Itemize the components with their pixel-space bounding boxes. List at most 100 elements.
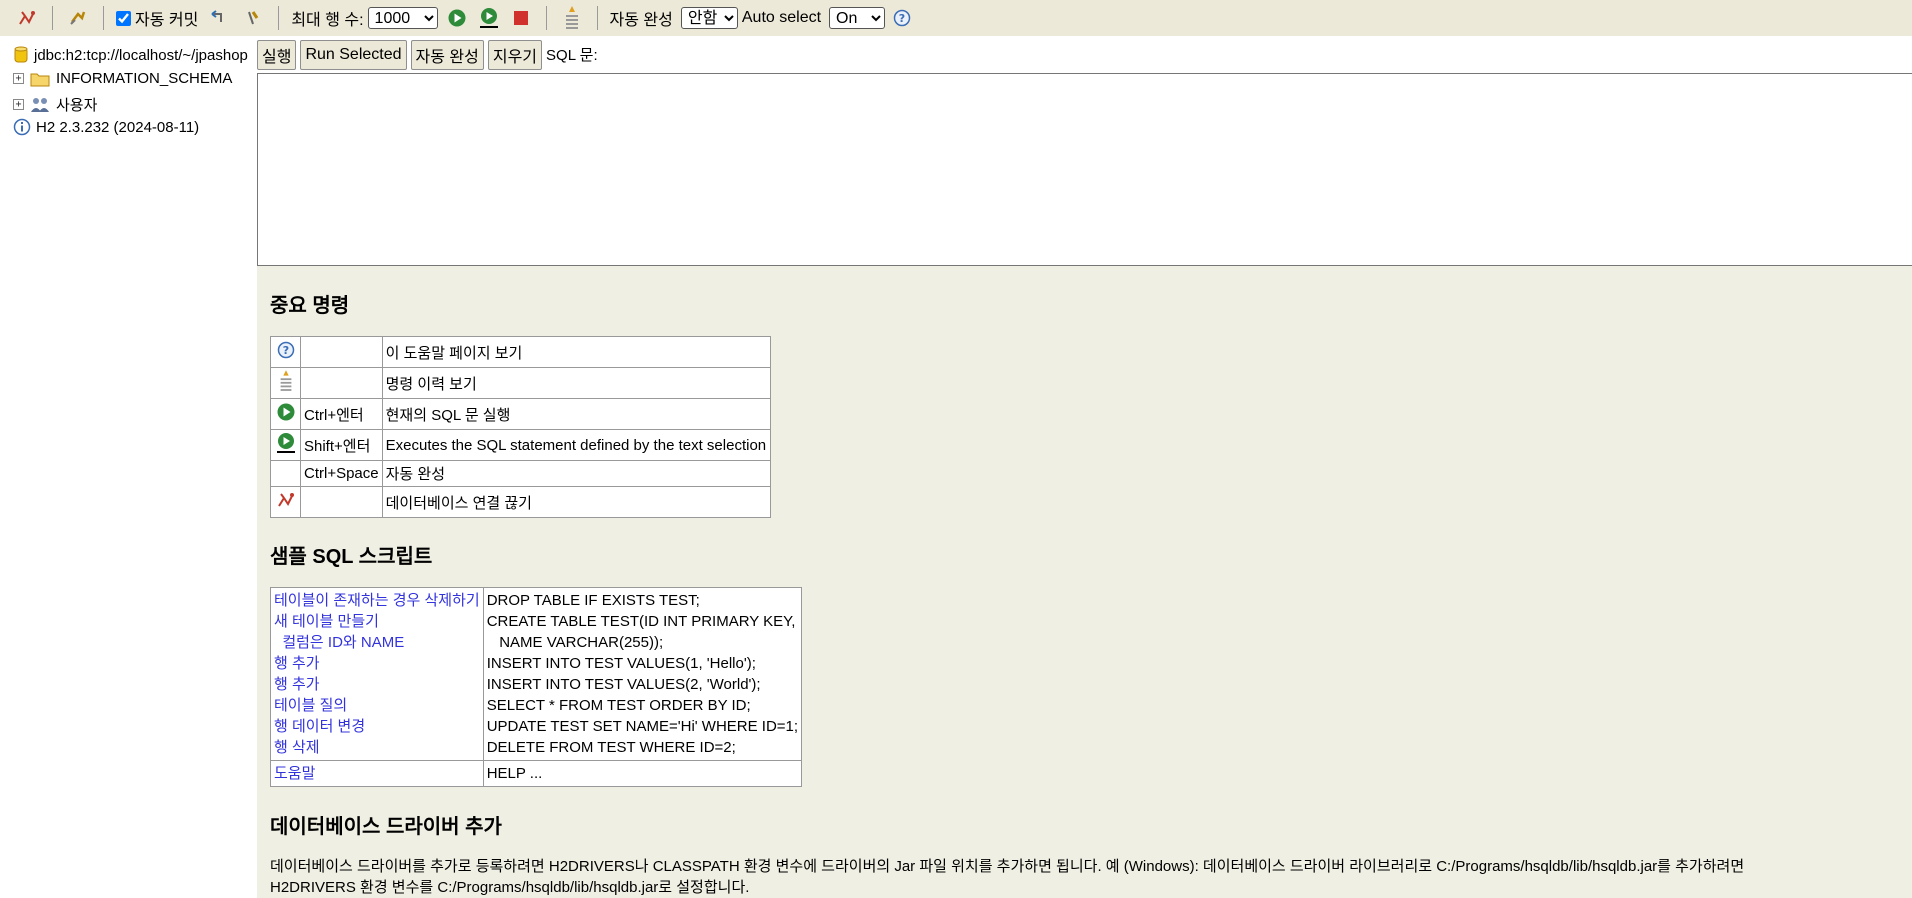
info-icon: [13, 118, 31, 136]
folder-icon: [30, 71, 50, 87]
rollback-icon[interactable]: [206, 5, 232, 31]
clear-button[interactable]: 지우기: [487, 39, 543, 70]
help-link[interactable]: 도움말: [274, 765, 315, 782]
add-driver-text-line: H2DRIVERS 환경 변수를 C:/Programs/hsqldb/lib/…: [270, 879, 750, 896]
sample-link-insert-1[interactable]: 행 추가: [274, 653, 480, 674]
connection-url: jdbc:h2:tcp://localhost/~/jpashop: [34, 46, 248, 64]
autocomplete-button[interactable]: 자동 완성: [410, 39, 484, 70]
table-row: ? 이 도움말 페이지 보기: [270, 336, 771, 368]
sample-link-create[interactable]: 새 테이블 만들기: [274, 611, 480, 632]
add-driver-text-line: 데이터베이스 드라이버를 추가로 등록하려면 H2DRIVERS나 CLASSP…: [270, 858, 1745, 875]
toolbar-separator: [596, 6, 598, 30]
toolbar-separator: [103, 6, 104, 30]
table-cell-icon: [270, 460, 301, 487]
sample-link-drop[interactable]: 테이블이 존재하는 경우 삭제하기: [274, 590, 480, 611]
add-driver-title: 데이터베이스 드라이버 추가: [270, 816, 502, 838]
toolbar-separator: [278, 6, 280, 30]
sql-editor[interactable]: [257, 73, 1912, 266]
tree-connection[interactable]: jdbc:h2:tcp://localhost/~/jpashop: [14, 46, 248, 64]
run-icon[interactable]: [444, 5, 470, 31]
tree-item-label: 사용자: [56, 97, 98, 114]
table-cell-key: [300, 486, 383, 518]
table-cell-desc: 자동 완성: [381, 460, 771, 487]
table-cell-key: Shift+엔터: [300, 429, 383, 461]
sample-sql-cell: DROP TABLE IF EXISTS TEST; CREATE TABLE …: [482, 587, 803, 761]
expand-icon[interactable]: +: [13, 73, 24, 84]
users-icon: [30, 96, 50, 114]
autocommit-checkbox[interactable]: 자동 커밋: [116, 6, 198, 30]
run-selected-icon[interactable]: [476, 5, 502, 31]
help-sql-cell: HELP ...: [482, 760, 803, 787]
table-row: 데이터베이스 연결 끊기: [270, 486, 771, 518]
table-cell-icon: ?: [270, 336, 301, 368]
add-driver-text: 데이터베이스 드라이버를 추가로 등록하려면 H2DRIVERS나 CLASSP…: [270, 856, 1900, 898]
sample-link-update[interactable]: 행 데이터 변경: [274, 716, 480, 737]
svg-text:?: ?: [282, 344, 288, 357]
commands-table: ? 이 도움말 페이지 보기 명령 이력 보기 Ctrl+엔터 현재의 SQL …: [270, 336, 771, 518]
table-cell-desc: Executes the SQL statement defined by th…: [381, 429, 771, 461]
table-cell-key: Ctrl+Space: [300, 460, 383, 487]
autocommit-checkbox-input[interactable]: [116, 10, 131, 26]
sample-sql-title: 샘플 SQL 스크립트: [270, 546, 433, 568]
refresh-icon[interactable]: [65, 5, 91, 31]
tree-item-users[interactable]: + 사용자: [0, 94, 97, 115]
command-bar: 실행 Run Selected 자동 완성 지우기 SQL 문:: [257, 36, 1912, 73]
table-row: 도움말 HELP ...: [270, 760, 803, 787]
expand-icon[interactable]: +: [13, 99, 24, 110]
table-cell-icon: [270, 429, 301, 461]
table-cell-icon: [270, 398, 301, 430]
disconnect-icon[interactable]: [14, 5, 40, 31]
max-rows-select[interactable]: 1000: [367, 7, 438, 29]
database-icon: [14, 46, 28, 64]
tree-item-label: INFORMATION_SCHEMA: [56, 70, 233, 87]
disconnect-icon: [277, 493, 294, 507]
stop-icon[interactable]: [508, 5, 534, 31]
sample-link-select[interactable]: 테이블 질의: [274, 695, 480, 716]
history-icon[interactable]: [559, 5, 585, 31]
sample-sql-line: NAME VARCHAR(255));: [486, 634, 664, 651]
sample-sql-line: DROP TABLE IF EXISTS TEST;: [486, 592, 700, 609]
toolbar: 자동 커밋 최대 행 수: 1000 자동 완성 안함 Auto select …: [0, 0, 1912, 36]
run-selected-button[interactable]: Run Selected: [300, 39, 407, 70]
sample-sql-line: INSERT INTO TEST VALUES(1, 'Hello');: [486, 655, 756, 672]
autocomplete-select[interactable]: 안함: [680, 7, 738, 29]
autocomplete-label: 자동 완성: [609, 12, 673, 29]
table-cell-key: [300, 336, 383, 368]
table-cell-desc: 이 도움말 페이지 보기: [381, 336, 771, 368]
table-cell-icon: [270, 367, 301, 399]
autoselect-label: Auto select: [741, 9, 822, 26]
table-cell-key: [300, 367, 383, 399]
table-row: 테이블이 존재하는 경우 삭제하기 새 테이블 만들기 컬럼은 ID와 NAME…: [270, 587, 803, 761]
run-button[interactable]: 실행: [257, 39, 297, 70]
sample-sql-line: INSERT INTO TEST VALUES(2, 'World');: [486, 676, 761, 693]
autoselect-select[interactable]: On: [829, 7, 886, 29]
tree-item-information-schema[interactable]: + INFORMATION_SCHEMA: [0, 70, 232, 87]
schema-tree: jdbc:h2:tcp://localhost/~/jpashop + INFO…: [0, 36, 257, 898]
table-cell-desc: 데이터베이스 연결 끊기: [381, 486, 771, 518]
commit-icon[interactable]: [240, 5, 266, 31]
version-label: H2 2.3.232 (2024-08-11): [36, 118, 200, 136]
sample-link-delete[interactable]: 행 삭제: [274, 737, 480, 758]
sample-sql-line: DELETE FROM TEST WHERE ID=2;: [486, 739, 736, 756]
sample-sql-table: 테이블이 존재하는 경우 삭제하기 새 테이블 만들기 컬럼은 ID와 NAME…: [270, 587, 803, 787]
sql-label: SQL 문:: [546, 47, 598, 64]
run-selected-icon: [276, 433, 295, 453]
table-row: Shift+엔터 Executes the SQL statement defi…: [270, 429, 771, 461]
svg-text:?: ?: [899, 12, 905, 25]
table-cell-desc: 현재의 SQL 문 실행: [381, 398, 771, 430]
sample-link-create-columns[interactable]: 컬럼은 ID와 NAME: [274, 632, 480, 653]
table-row: 명령 이력 보기: [270, 367, 771, 399]
sample-sql-line: UPDATE TEST SET NAME='Hi' WHERE ID=1;: [486, 718, 799, 735]
toolbar-separator: [545, 6, 547, 30]
table-row: Ctrl+Space 자동 완성: [270, 460, 771, 487]
table-row: Ctrl+엔터 현재의 SQL 문 실행: [270, 398, 771, 430]
help-icon: ?: [277, 341, 294, 359]
sample-sql-line: CREATE TABLE TEST(ID INT PRIMARY KEY,: [486, 613, 796, 630]
table-cell-desc: 명령 이력 보기: [381, 367, 771, 399]
help-icon[interactable]: ?: [889, 5, 915, 31]
autocommit-label: 자동 커밋: [135, 12, 199, 29]
important-commands-title: 중요 명령: [270, 295, 350, 317]
sample-link-insert-2[interactable]: 행 추가: [274, 674, 480, 695]
history-icon: [280, 370, 291, 391]
table-cell-key: Ctrl+엔터: [300, 398, 383, 430]
